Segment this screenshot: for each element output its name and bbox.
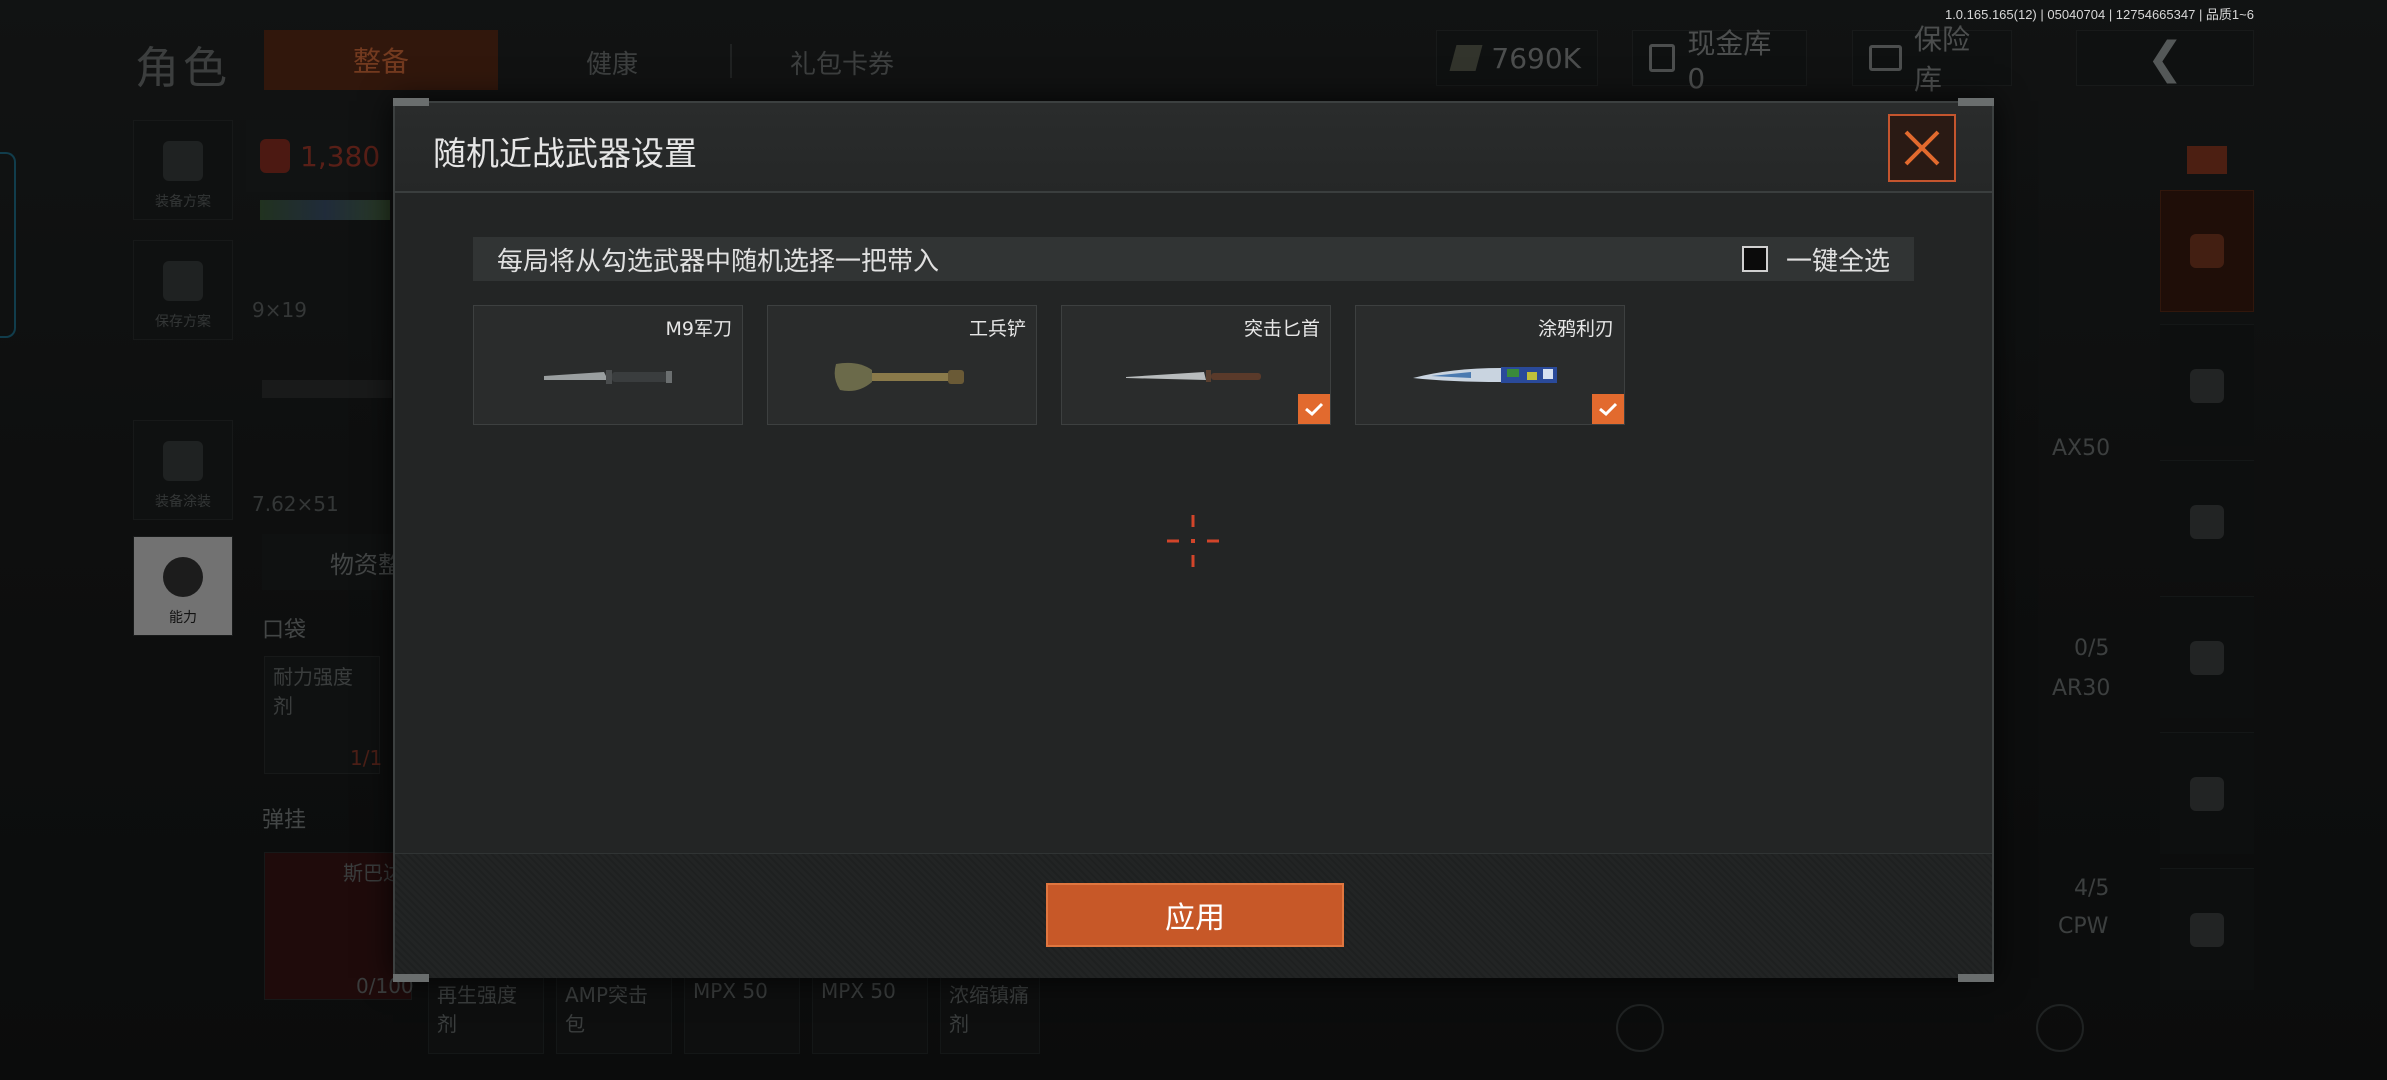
random-melee-dialog: 随机近战武器设置 每局将从勾选武器中随机选择一把带入 一键全选 M9军刀 工兵铲 xyxy=(393,101,1994,978)
assault-dagger-image xyxy=(1126,370,1261,382)
crosshair-icon xyxy=(1167,515,1219,567)
select-all-label: 一键全选 xyxy=(1785,246,1890,277)
select-all-checkbox[interactable] xyxy=(1741,246,1768,272)
info-text: 每局将从勾选武器中随机选择一把带入 xyxy=(497,246,940,277)
modal-corner xyxy=(393,974,429,982)
m9-knife-image xyxy=(544,370,672,384)
info-bar: 每局将从勾选武器中随机选择一把带入 一键全选 xyxy=(473,237,1914,281)
version-info: 1.0.165.165(12) | 05040704 | 12754665347… xyxy=(1944,7,2254,22)
close-icon xyxy=(1904,130,1940,166)
select-all-toggle[interactable]: 一键全选 xyxy=(1741,241,1890,278)
weapon-checkbox-checked[interactable] xyxy=(1298,394,1330,424)
modal-corner xyxy=(393,98,429,106)
checkmark-icon xyxy=(1599,402,1618,417)
apply-label: 应用 xyxy=(1165,901,1225,936)
weapon-card-assault-dagger[interactable]: 突击匕首 xyxy=(1061,305,1331,425)
weapon-checkbox-checked[interactable] xyxy=(1592,394,1624,424)
weapon-name: 涂鸦利刃 xyxy=(1537,318,1614,340)
modal-corner xyxy=(1958,98,1994,106)
weapon-name: 突击匕首 xyxy=(1243,318,1320,340)
graffiti-blade-image xyxy=(1413,367,1557,383)
checkmark-icon xyxy=(1305,402,1324,417)
weapon-card-m9[interactable]: M9军刀 xyxy=(473,305,743,425)
shovel-image xyxy=(834,362,964,391)
weapon-card-shovel[interactable]: 工兵铲 xyxy=(767,305,1037,425)
dialog-header: 随机近战武器设置 xyxy=(395,103,1992,193)
weapon-card-graffiti-blade[interactable]: 涂鸦利刃 xyxy=(1355,305,1625,425)
weapon-name: 工兵铲 xyxy=(968,318,1026,340)
close-button[interactable] xyxy=(1888,114,1956,182)
dialog-title: 随机近战武器设置 xyxy=(433,134,697,173)
weapon-name: M9军刀 xyxy=(665,318,732,340)
apply-button[interactable]: 应用 xyxy=(1046,883,1344,947)
modal-corner xyxy=(1958,974,1994,982)
